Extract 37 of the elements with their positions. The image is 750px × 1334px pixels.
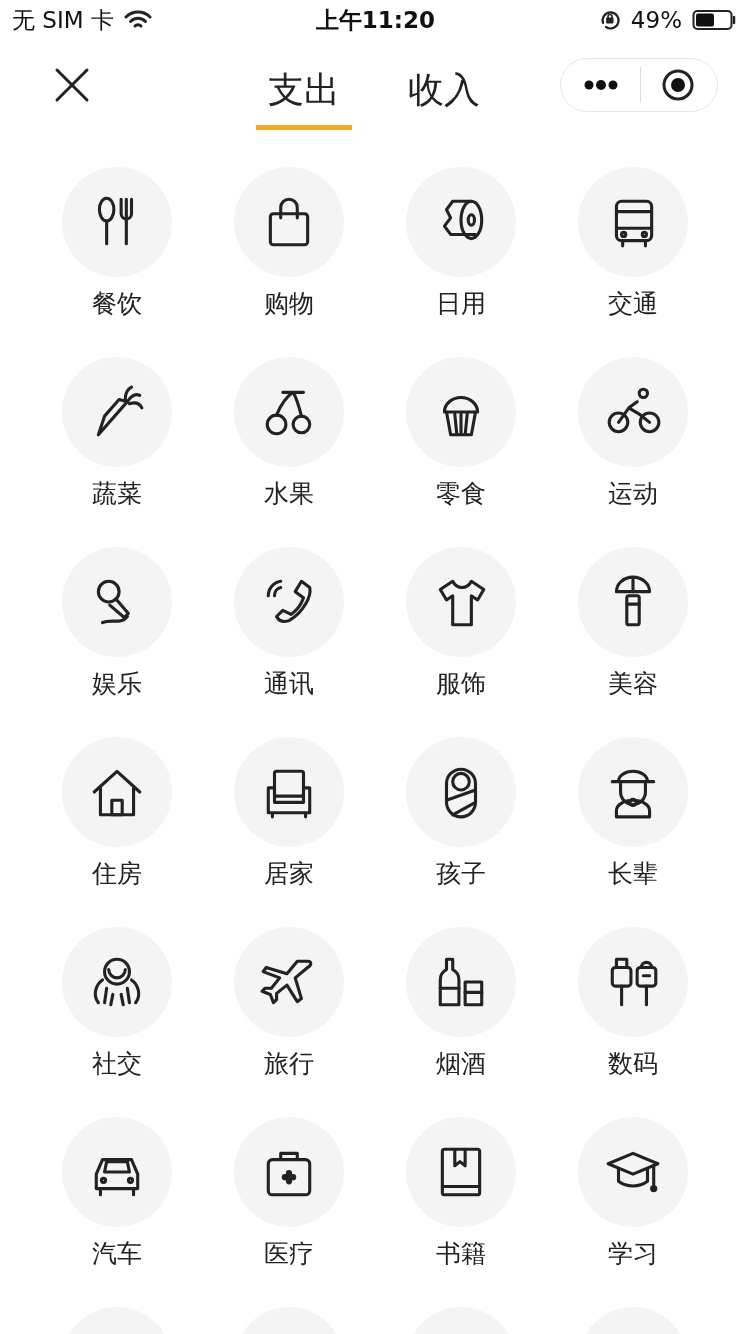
category-label: 孩子: [436, 858, 486, 890]
status-time: 上午11:20: [315, 5, 435, 35]
category-label: 交通: [608, 288, 658, 320]
category-label: 学习: [608, 1238, 658, 1270]
category-label: 社交: [92, 1048, 142, 1080]
category-label: 餐饮: [92, 288, 142, 320]
category-label: 运动: [608, 478, 658, 510]
target-icon: [661, 68, 695, 102]
category-label: 购物: [264, 288, 314, 320]
category-label: 服饰: [436, 668, 486, 700]
category-label: 日用: [436, 288, 486, 320]
category-label: 汽车: [92, 1238, 142, 1270]
category-label: 书籍: [436, 1238, 486, 1270]
category-label: 旅行: [264, 1048, 314, 1080]
category-label: 美容: [608, 668, 658, 700]
rotation-lock-icon: [598, 9, 621, 31]
category-label: 娱乐: [92, 668, 142, 700]
category-label: 住房: [92, 858, 142, 890]
close-button[interactable]: [54, 67, 90, 103]
more-button[interactable]: [583, 79, 619, 91]
category-label: 数码: [608, 1048, 658, 1080]
close-icon: [54, 67, 90, 103]
category-label: 蔬菜: [92, 478, 142, 510]
category-label: 通讯: [264, 668, 314, 700]
category-label: 烟酒: [436, 1048, 486, 1080]
exit-button[interactable]: [661, 68, 695, 102]
category-label: 水果: [264, 478, 314, 510]
more-icon: [583, 79, 619, 91]
battery-icon: [692, 9, 738, 31]
category-label: 居家: [264, 858, 314, 890]
category-label: 长辈: [608, 858, 658, 890]
carrier-text: 无 SIM 卡: [12, 5, 114, 35]
category-label: 零食: [436, 478, 486, 510]
category-label: 医疗: [264, 1238, 314, 1270]
tab[interactable]: 收入: [396, 40, 492, 130]
tab[interactable]: 支出: [256, 40, 352, 130]
battery-percent: 49%: [630, 7, 682, 33]
